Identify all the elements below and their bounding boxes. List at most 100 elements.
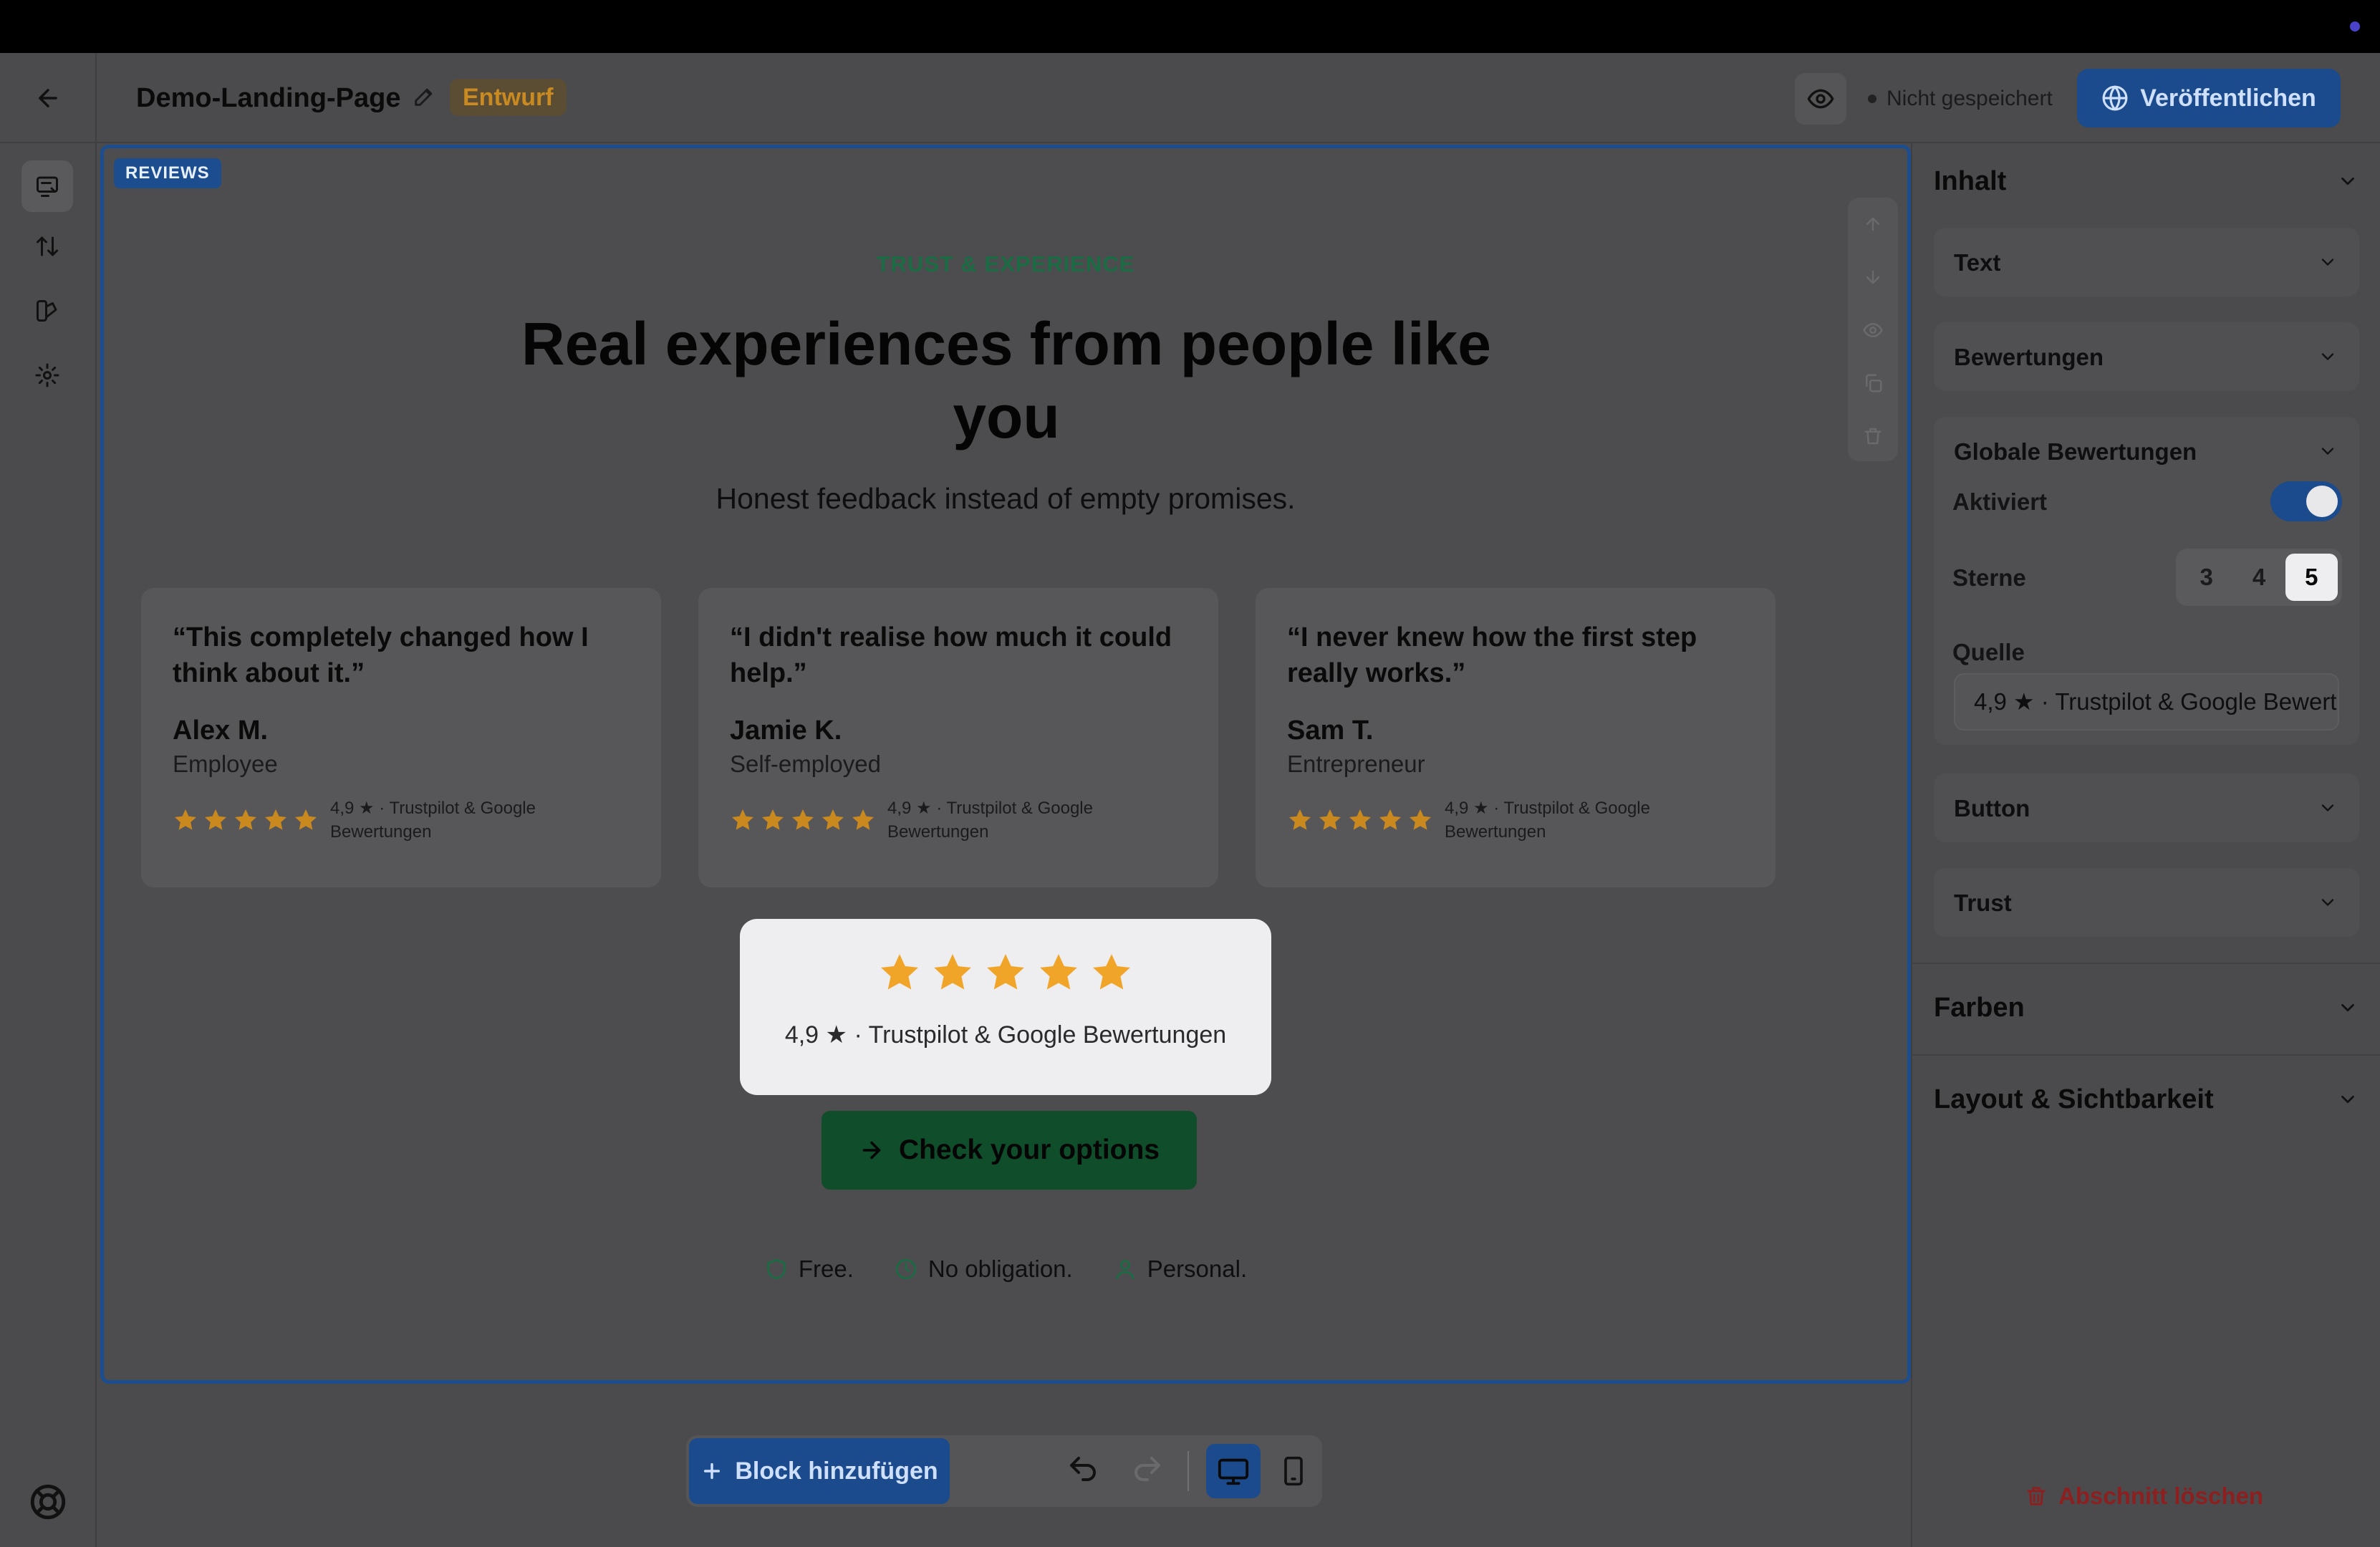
- review-stars: [730, 807, 876, 833]
- editor-header: Demo-Landing-Page Entwurf Nicht gespeich…: [0, 53, 2380, 143]
- review-quote: “I never knew how the first step really …: [1287, 622, 1697, 688]
- content-collapse-button[interactable]: [2337, 170, 2359, 192]
- enabled-toggle[interactable]: [2270, 481, 2342, 521]
- star-icon: [792, 809, 814, 830]
- rename-button[interactable]: [412, 85, 436, 109]
- mobile-view-button[interactable]: [1266, 1444, 1321, 1498]
- section-subline: Honest feedback instead of empty promise…: [716, 482, 1296, 515]
- page-title: Demo-Landing-Page: [136, 83, 401, 113]
- arrows-up-down-icon: [37, 236, 58, 256]
- panel-divider: [1912, 1054, 2380, 1056]
- accordion-label: Button: [1954, 795, 2030, 821]
- rail-reorder-button[interactable]: [21, 221, 73, 272]
- add-block-button[interactable]: Block hinzufügen: [689, 1438, 950, 1504]
- toggle-visibility-button[interactable]: [1848, 304, 1898, 357]
- system-top-bar: [0, 0, 2380, 53]
- review-card[interactable]: “I didn't realise how much it could help…: [698, 588, 1218, 887]
- star-icon: [295, 809, 317, 830]
- trust-row: Free. No obligation. Personal.: [104, 1256, 1907, 1283]
- trust-item-label: Free.: [798, 1256, 854, 1282]
- chevron-down-icon: [2318, 252, 2338, 272]
- section-headline: Real experiences from people like you: [521, 310, 1491, 450]
- monitor-icon: [1218, 1458, 1249, 1485]
- preview-button[interactable]: [1795, 73, 1846, 125]
- move-down-button[interactable]: [1848, 251, 1898, 304]
- star-icon: [1379, 809, 1401, 830]
- review-card[interactable]: “This completely changed how I think abo…: [141, 588, 661, 887]
- publish-label: Veröffentlichen: [2140, 84, 2316, 112]
- bottom-toolbar: Block hinzufügen: [686, 1435, 1322, 1507]
- pencil-icon: [415, 88, 433, 106]
- star-icon: [235, 809, 256, 830]
- copy-icon: [1866, 374, 1882, 392]
- layout-collapse-button[interactable]: [2337, 1089, 2359, 1110]
- accordion-label[interactable]: Globale Bewertungen: [1954, 438, 2197, 466]
- chevron-down-icon[interactable]: [2318, 441, 2338, 461]
- shield-icon: [767, 1258, 786, 1280]
- cta-label: Check your options: [898, 1134, 1160, 1165]
- delete-button[interactable]: [1848, 410, 1898, 463]
- cta-button[interactable]: Check your options: [822, 1111, 1197, 1190]
- move-up-button[interactable]: [1848, 198, 1898, 251]
- redo-button[interactable]: [1130, 1452, 1165, 1487]
- star-icon: [987, 954, 1024, 990]
- colors-heading[interactable]: Farben: [1934, 993, 2025, 1023]
- accordion-button[interactable]: Button: [1934, 774, 2359, 842]
- panel-divider: [1912, 963, 2380, 964]
- help-button[interactable]: [27, 1481, 69, 1523]
- arrow-left-icon: [39, 89, 57, 107]
- review-rating: 4,9 ★ · Trustpilot & Google Bewertungen: [1287, 796, 1744, 844]
- smartphone-icon: [1284, 1456, 1303, 1486]
- colors-collapse-button[interactable]: [2337, 997, 2359, 1018]
- review-author: Jamie K.: [730, 715, 842, 746]
- star-icon: [732, 809, 753, 830]
- clock-icon: [895, 1258, 917, 1280]
- review-card[interactable]: “I never knew how the first step really …: [1256, 588, 1776, 887]
- global-rating-box[interactable]: 4,9 ★ · Trustpilot & Google Bewertungen: [740, 919, 1271, 1095]
- accordion-text[interactable]: Text: [1934, 228, 2359, 297]
- stars-label: Sterne: [1952, 564, 2026, 591]
- review-quote: “I didn't realise how much it could help…: [730, 622, 1172, 688]
- reviews-section[interactable]: REVIEWS TRUST & EXPERIENCE Real experien…: [100, 145, 1911, 1384]
- review-rating-source: 4,9 ★ · Trustpilot & Google Bewertungen: [1445, 799, 1650, 842]
- gear-icon: [35, 363, 59, 387]
- desktop-view-button[interactable]: [1206, 1444, 1261, 1498]
- stars-option-3[interactable]: 3: [2180, 554, 2232, 601]
- source-input[interactable]: 4,9 ★ · Trustpilot & Google Bewertungen: [1954, 673, 2339, 731]
- stars-option-4[interactable]: 4: [2232, 554, 2285, 601]
- star-icon: [1093, 954, 1130, 990]
- undo-button[interactable]: [1066, 1452, 1100, 1487]
- back-button[interactable]: [29, 79, 67, 117]
- toolbar-divider: [1187, 1451, 1189, 1491]
- accordion-ratings[interactable]: Bewertungen: [1934, 322, 2359, 391]
- rail-theme-button[interactable]: [21, 285, 73, 337]
- review-rating-source: 4,9 ★ · Trustpilot & Google Bewertungen: [887, 799, 1093, 842]
- stars-option-5[interactable]: 5: [2285, 554, 2338, 601]
- undo-icon: [1070, 1457, 1096, 1481]
- accordion-trust[interactable]: Trust: [1934, 868, 2359, 937]
- chevron-down-icon: [2318, 892, 2338, 912]
- star-icon: [822, 809, 844, 830]
- arrow-right-icon: [862, 1141, 881, 1160]
- left-rail: [0, 143, 95, 1547]
- enabled-label: Aktiviert: [1952, 488, 2048, 515]
- star-icon: [1319, 809, 1341, 830]
- rail-sections-button[interactable]: [21, 160, 73, 212]
- star-icon: [1349, 809, 1371, 830]
- publish-button[interactable]: Veröffentlichen: [2077, 69, 2341, 127]
- content-heading[interactable]: Inhalt: [1934, 166, 2006, 197]
- trust-item-label: No obligation.: [928, 1256, 1073, 1282]
- star-icon: [175, 809, 196, 830]
- chevron-down-icon: [2341, 1095, 2354, 1104]
- trash-icon: [1864, 428, 1882, 445]
- review-rating: 4,9 ★ · Trustpilot & Google Bewertungen: [173, 796, 630, 844]
- rail-settings-button[interactable]: [21, 350, 73, 401]
- arrow-down-icon: [1866, 270, 1880, 284]
- review-rating-source: 4,9 ★ · Trustpilot & Google Bewertungen: [330, 799, 536, 842]
- delete-section-button[interactable]: Abschnitt löschen: [2024, 1483, 2263, 1510]
- review-role: Entrepreneur: [1287, 751, 1425, 777]
- section-tag: REVIEWS: [114, 158, 221, 188]
- duplicate-button[interactable]: [1848, 357, 1898, 410]
- save-status-dot: [1868, 95, 1876, 103]
- layout-heading[interactable]: Layout & Sichtbarkeit: [1934, 1084, 2214, 1115]
